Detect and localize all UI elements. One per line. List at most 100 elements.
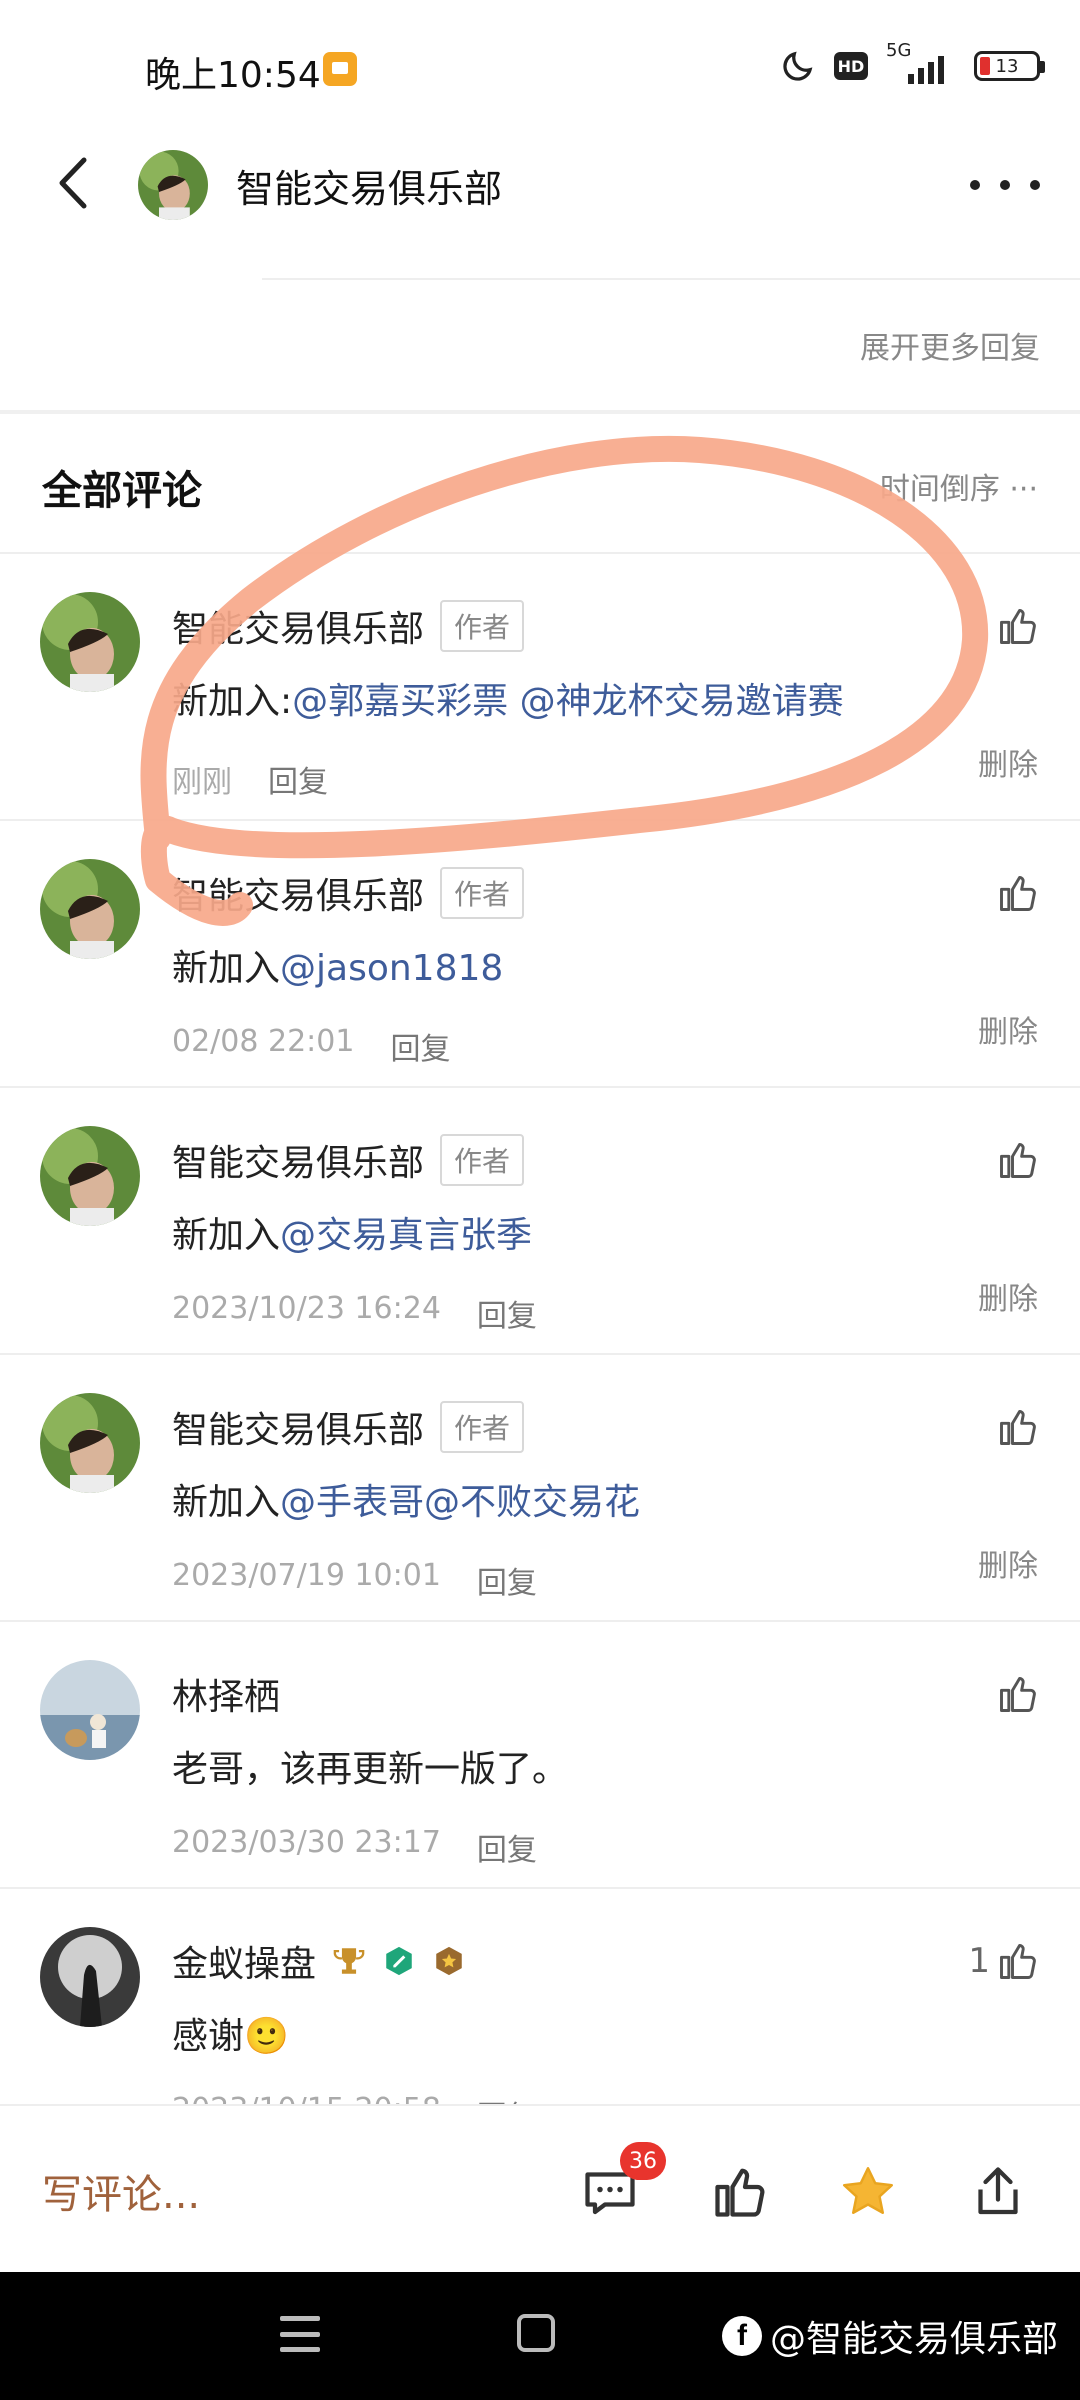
like-button[interactable] — [996, 1405, 1040, 1449]
facebook-logo-icon: f — [722, 2316, 762, 2356]
thumbs-up-icon — [1000, 608, 1036, 644]
thumbs-up-icon — [1000, 1676, 1036, 1712]
comment-time: 02/08 22:01 — [172, 1024, 355, 1059]
comment-item: 智能交易俱乐部 作者 新加入@jason1818 02/08 22:01 回复 … — [0, 821, 1080, 1088]
header-avatar[interactable] — [138, 150, 208, 220]
comment-time: 2023/10/15 20:58 — [172, 2092, 441, 2104]
delete-button[interactable]: 删除 — [978, 740, 1038, 784]
like-button[interactable] — [996, 604, 1040, 648]
comment-text: 感谢🙂 — [172, 2007, 289, 2059]
author-tag: 作者 — [440, 1134, 525, 1186]
reply-button[interactable]: 回复 — [477, 1291, 537, 1335]
avatar[interactable] — [40, 1393, 140, 1493]
comment-body: 老哥，该再更新一版了。 — [172, 1749, 569, 1790]
write-comment-input[interactable]: 写评论... — [42, 2162, 200, 2220]
comment-text: 新加入@手表哥@不败交易花 — [172, 1473, 640, 1525]
like-button[interactable] — [996, 1138, 1040, 1182]
comment-item: 智能交易俱乐部 作者 新加入@交易真言张季 2023/10/23 16:24 回… — [0, 1088, 1080, 1355]
divider — [262, 278, 1080, 280]
delete-button[interactable]: 删除 — [978, 1541, 1038, 1585]
comment-item: 智能交易俱乐部 作者 新加入:@郭嘉买彩票 @神龙杯交易邀请赛 刚刚 回复 删除 — [0, 554, 1080, 821]
expand-more-replies[interactable]: 展开更多回复 — [860, 323, 1040, 367]
comment-time: 刚刚 — [172, 765, 232, 800]
comment-body: 感谢🙂 — [172, 2016, 289, 2057]
reply-button[interactable]: 回复 — [477, 1558, 537, 1602]
watermark: f @智能交易俱乐部 — [722, 2310, 1058, 2362]
reply-button[interactable]: 回复 — [268, 757, 328, 801]
system-nav-bar: f @智能交易俱乐部 — [0, 2272, 1080, 2400]
comment-list: 智能交易俱乐部 作者 新加入:@郭嘉买彩票 @神龙杯交易邀请赛 刚刚 回复 删除… — [0, 554, 1080, 2104]
comment-time: 2023/03/30 23:17 — [172, 1825, 441, 1860]
status-bar: 晚上10:54 HD 5G 13 — [0, 0, 1080, 120]
author-tag: 作者 — [440, 1401, 525, 1453]
author-tag: 作者 — [440, 867, 525, 919]
bottom-action-bar: 写评论... 36 — [0, 2104, 1080, 2272]
like-button[interactable] — [996, 1672, 1040, 1716]
header: 智能交易俱乐部 — [0, 130, 1080, 240]
mention-link[interactable]: @郭嘉买彩票 @神龙杯交易邀请赛 — [292, 681, 843, 722]
like-button[interactable] — [996, 871, 1040, 915]
like-count: 1 — [968, 1941, 990, 1981]
battery-level: 13 — [995, 55, 1019, 77]
comment-author[interactable]: 智能交易俱乐部 — [172, 1134, 424, 1186]
comment-author[interactable]: 智能交易俱乐部 — [172, 867, 424, 919]
signal-icon: 5G — [886, 40, 956, 86]
recent-apps-icon[interactable] — [280, 2316, 320, 2352]
all-comments-heading: 全部评论 — [42, 468, 202, 514]
delete-button[interactable]: 删除 — [978, 1007, 1038, 1051]
author-tag: 作者 — [440, 600, 525, 652]
mention-link[interactable]: @交易真言张季 — [280, 1215, 532, 1256]
comment-item: 智能交易俱乐部 作者 新加入@手表哥@不败交易花 2023/07/19 10:0… — [0, 1355, 1080, 1622]
avatar[interactable] — [40, 1927, 140, 2027]
watermark-text: @智能交易俱乐部 — [770, 2319, 1059, 2360]
avatar[interactable] — [40, 1126, 140, 1226]
status-icons: HD 5G 13 — [780, 40, 1045, 86]
thumbs-up-icon[interactable] — [710, 2162, 770, 2222]
comment-text: 新加入:@郭嘉买彩票 @神龙杯交易邀请赛 — [172, 672, 844, 724]
delete-button[interactable]: 删除 — [978, 1274, 1038, 1318]
thumbs-up-icon — [1000, 1142, 1036, 1178]
comment-body: 新加入 — [172, 1482, 281, 1523]
comment-body: 新加入 — [172, 1215, 281, 1256]
comment-count-badge: 36 — [620, 2142, 666, 2180]
mention-link[interactable]: @jason1818 — [280, 948, 503, 989]
comment-item: 林择栖 老哥，该再更新一版了。 2023/03/30 23:17 回复 — [0, 1622, 1080, 1889]
comment-text: 新加入@交易真言张季 — [172, 1206, 532, 1258]
sort-toggle[interactable]: 时间倒序 ··· — [880, 464, 1038, 508]
battery-icon: 13 — [974, 51, 1045, 81]
more-dots-icon[interactable] — [970, 160, 1040, 210]
comment-time: 2023/10/23 16:24 — [172, 1291, 441, 1326]
like-button[interactable]: 1 — [968, 1939, 1040, 1983]
status-time: 晚上10:54 — [145, 55, 321, 96]
avatar[interactable] — [40, 859, 140, 959]
back-arrow-icon[interactable] — [48, 148, 108, 218]
comment-item: 金蚁操盘 感谢🙂 2023/10/15 20:58 回复 1 — [0, 1889, 1080, 2104]
avatar[interactable] — [40, 1660, 140, 1760]
comment-text: 老哥，该再更新一版了。 — [172, 1740, 568, 1792]
comment-author[interactable]: 智能交易俱乐部 — [172, 600, 424, 652]
share-icon[interactable] — [968, 2162, 1028, 2222]
mention-link[interactable]: @手表哥@不败交易花 — [280, 1482, 640, 1523]
comment-author[interactable]: 智能交易俱乐部 — [172, 1401, 424, 1453]
comment-time: 2023/07/19 10:01 — [172, 1558, 441, 1593]
thumbs-up-icon — [1000, 875, 1036, 911]
comment-text: 新加入@jason1818 — [172, 939, 503, 991]
reply-button[interactable]: 回复 — [477, 1825, 537, 1869]
star-icon[interactable] — [838, 2162, 898, 2222]
trophy-icon — [333, 1948, 365, 1974]
reply-button[interactable]: 回复 — [477, 2092, 537, 2104]
comment-author[interactable]: 金蚁操盘 — [172, 1935, 316, 1987]
thumbs-up-icon — [1000, 1409, 1036, 1445]
notification-icon — [323, 52, 357, 86]
comment-author[interactable]: 林择栖 — [172, 1668, 280, 1720]
comment-body: 新加入: — [172, 681, 293, 722]
moon-icon — [780, 48, 816, 84]
thumbs-up-icon — [1000, 1943, 1036, 1979]
home-icon[interactable] — [517, 2314, 555, 2352]
reply-button[interactable]: 回复 — [390, 1024, 450, 1068]
avatar[interactable] — [40, 592, 140, 692]
gold-badge-icon — [436, 1946, 462, 1976]
comment-body: 新加入 — [172, 948, 281, 989]
green-badge-icon — [386, 1946, 412, 1976]
hd-icon: HD — [834, 52, 868, 80]
